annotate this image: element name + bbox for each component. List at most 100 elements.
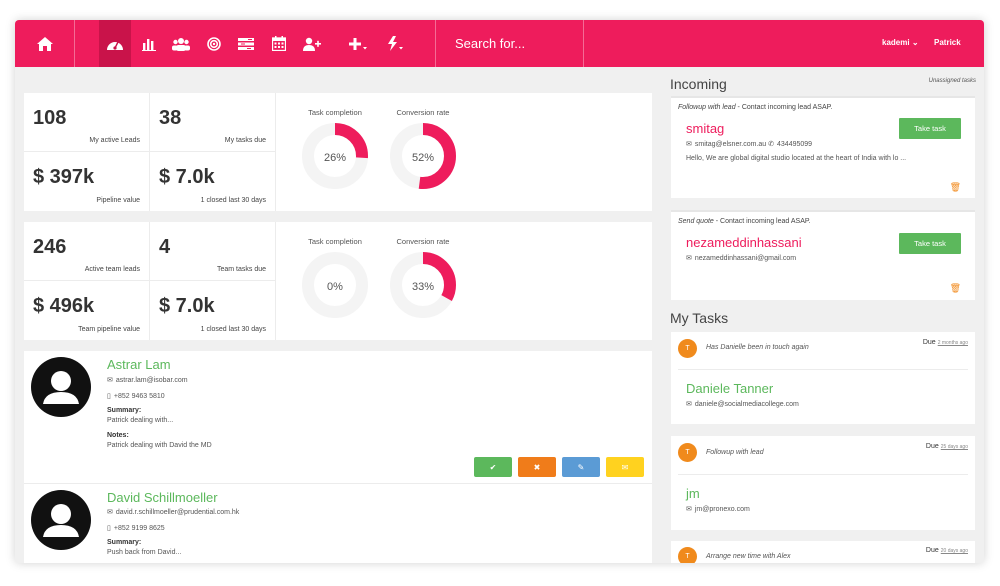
edit-button[interactable]: ✎ — [562, 457, 600, 477]
task-due: Due 25 days ago — [926, 443, 968, 450]
user-icon — [43, 504, 79, 537]
contact-phone-text: +852 9463 5810 — [113, 393, 165, 400]
due-time: 2 months ago — [937, 340, 968, 346]
kpi-value: 38 — [159, 107, 182, 129]
dashboard-button[interactable] — [99, 20, 131, 67]
contacts-button[interactable] — [165, 20, 197, 67]
kpi-label: 1 closed last 30 days — [200, 326, 266, 333]
team-closed-tile[interactable]: $ 7.0k 1 closed last 30 days — [150, 281, 276, 340]
close-icon: ✖ — [533, 462, 541, 472]
task-contact-name[interactable]: Daniele Tanner — [686, 381, 773, 396]
task-card[interactable]: T Has Danielle been in touch again Due 2 … — [671, 332, 975, 424]
donut-value: 26% — [323, 152, 347, 164]
incoming-title: Incoming — [670, 76, 727, 92]
phone-icon: ✆ — [768, 141, 775, 148]
donut-value: 33% — [411, 281, 435, 293]
team-pipeline-tile[interactable]: $ 496k Team pipeline value — [24, 281, 150, 340]
lead-task-description: Send quote - Contact incoming lead ASAP. — [678, 218, 811, 225]
trash-icon[interactable]: 🗑 — [950, 182, 961, 193]
summary-text: Patrick dealing with... — [107, 417, 174, 424]
bar-chart-icon — [142, 38, 156, 51]
my-tasks-tile[interactable]: 38 My tasks due — [150, 93, 276, 152]
my-closed-tile[interactable]: $ 7.0k 1 closed last 30 days — [150, 152, 276, 211]
my-stats-panel: 108 My active Leads 38 My tasks due $ 39… — [24, 93, 652, 211]
add-menu-button[interactable] — [343, 20, 375, 67]
user-name[interactable]: Patrick — [934, 38, 961, 47]
calendar-button[interactable] — [263, 20, 295, 67]
take-task-button[interactable]: Take task — [899, 118, 961, 139]
task-due: Due 20 days ago — [926, 547, 968, 554]
contact-name[interactable]: David Schillmoeller — [107, 490, 218, 505]
due-label: Due — [922, 339, 936, 346]
kpi-label: Team tasks due — [216, 266, 266, 273]
envelope-icon: ✉ — [686, 255, 692, 262]
task-email-text: daniele@socialmediacollege.com — [694, 401, 799, 408]
lead-contact-line: ✉ nezameddinhassani@gmail.com — [686, 254, 796, 262]
task-title: Followup with lead — [706, 449, 764, 456]
task-contact-email[interactable]: ✉ jm@pronexo.com — [686, 505, 750, 513]
app-frame: Search for... kademi ⌄ Patrick 108 My ac… — [15, 20, 984, 563]
summary-text: Push back from David... — [107, 549, 182, 556]
contact-email[interactable]: ✉ astrar.lam@isobar.com — [107, 376, 188, 384]
task-contact-email[interactable]: ✉ daniele@socialmediacollege.com — [686, 400, 799, 408]
reports-button[interactable] — [133, 20, 165, 67]
goals-button[interactable] — [198, 20, 230, 67]
take-task-button[interactable]: Take task — [899, 233, 961, 254]
notes-text: Patrick dealing with David the MD — [107, 442, 212, 449]
kpi-label: Active team leads — [84, 266, 140, 273]
lead-name[interactable]: smitag — [686, 121, 724, 136]
my-leads-tile[interactable]: 108 My active Leads — [24, 93, 150, 152]
lead-email[interactable]: smitag@elsner.com.au — [695, 141, 766, 148]
kpi-value: $ 397k — [33, 166, 95, 188]
contact-phone[interactable]: ▯ +852 9199 8625 — [107, 524, 165, 532]
contact-name[interactable]: Astrar Lam — [107, 357, 171, 372]
due-label: Due — [925, 547, 939, 554]
lead-email[interactable]: nezameddinhassani@gmail.com — [695, 255, 796, 262]
lead-name[interactable]: nezameddinhassani — [686, 235, 802, 250]
contact-email-text: astrar.lam@isobar.com — [115, 377, 188, 384]
trash-icon[interactable]: 🗑 — [950, 283, 961, 294]
contact-email-text: david.r.schillmoeller@prudential.com.hk — [115, 509, 240, 516]
add-contact-button[interactable] — [296, 20, 328, 67]
lead-message: Hello, We are global digital studio loca… — [686, 155, 907, 162]
avatar[interactable] — [31, 490, 91, 550]
kpi-value: 4 — [159, 236, 171, 258]
user-icon — [43, 371, 79, 404]
incoming-lead-card[interactable]: Send quote - Contact incoming lead ASAP.… — [671, 210, 975, 300]
donut-title: Conversion rate — [396, 237, 450, 246]
team-tasks-tile[interactable]: 4 Team tasks due — [150, 222, 276, 281]
quick-actions-button[interactable] — [380, 20, 412, 67]
kpi-value: $ 7.0k — [159, 295, 215, 317]
check-button[interactable]: ✔ — [474, 457, 512, 477]
lead-phone[interactable]: 434495099 — [777, 141, 812, 148]
kpi-label: Pipeline value — [96, 197, 140, 204]
task-contact-name[interactable]: jm — [686, 486, 700, 501]
list-button[interactable] — [230, 20, 262, 67]
task-due: Due 2 months ago — [923, 339, 968, 346]
contact-email[interactable]: ✉ david.r.schillmoeller@prudential.com.hk — [107, 508, 239, 516]
team-leads-tile[interactable]: 246 Active team leads — [24, 222, 150, 281]
task-divider — [678, 474, 968, 475]
task-card[interactable]: T Arrange new time with Alex Due 20 days … — [671, 541, 975, 563]
home-button[interactable] — [15, 20, 75, 67]
avatar[interactable] — [31, 357, 91, 417]
close-button[interactable]: ✖ — [518, 457, 556, 477]
task-divider — [678, 369, 968, 370]
contact-phone[interactable]: ▯ +852 9463 5810 — [107, 392, 165, 400]
kpi-value: 246 — [33, 236, 67, 258]
kpi-label: My tasks due — [224, 137, 266, 144]
incoming-lead-card[interactable]: Followup with lead - Contact incoming le… — [671, 96, 975, 198]
lead-contact-line: ✉ smitag@elsner.com.au ✆ 434495099 — [686, 140, 812, 148]
edit-icon: ✎ — [577, 462, 585, 472]
donut-title: Conversion rate — [396, 108, 450, 117]
task-desc: - Contact incoming lead ASAP. — [713, 218, 811, 225]
user-menu[interactable]: kademi ⌄ — [882, 38, 919, 47]
my-pipeline-tile[interactable]: $ 397k Pipeline value — [24, 152, 150, 211]
search-input[interactable]: Search for... — [455, 36, 525, 51]
unassigned-tasks-note: Unassigned tasks — [928, 78, 976, 84]
lightning-icon — [388, 36, 403, 51]
email-button[interactable]: ✉ — [606, 457, 644, 477]
calendar-icon — [272, 36, 286, 51]
kpi-label: Team pipeline value — [78, 326, 140, 333]
task-card[interactable]: T Followup with lead Due 25 days ago jm ✉… — [671, 436, 975, 530]
